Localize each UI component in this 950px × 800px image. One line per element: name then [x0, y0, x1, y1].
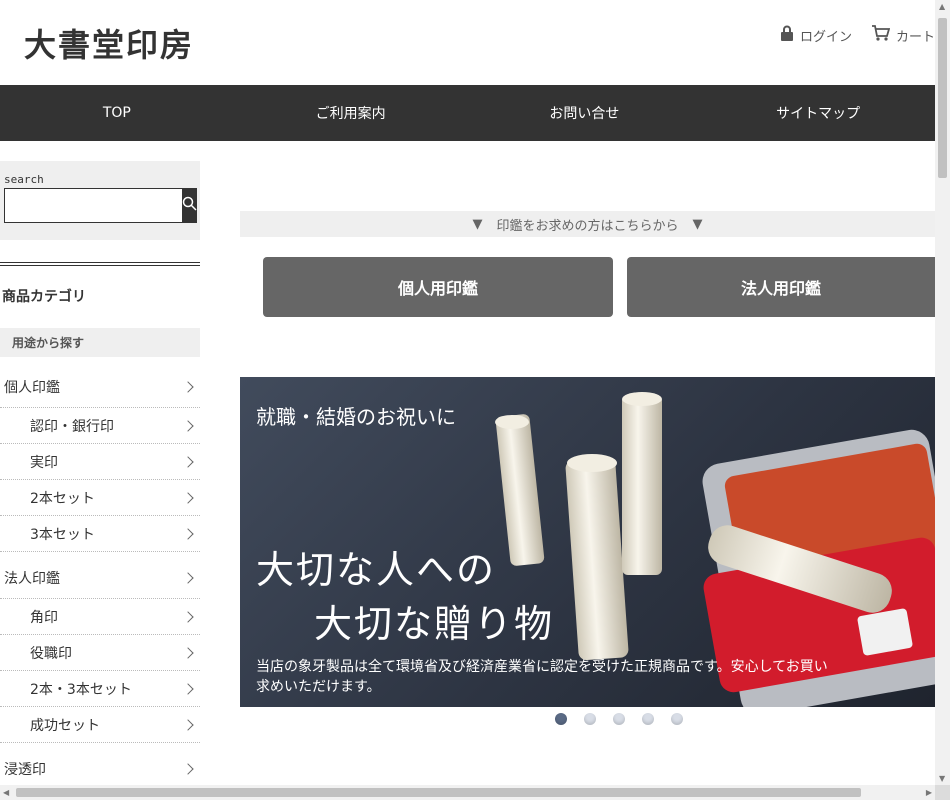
category-item-label: 個人印鑑: [4, 380, 60, 396]
banner-line3: 大切な贈り物: [314, 602, 555, 646]
slider-dot[interactable]: [613, 713, 625, 725]
category-item[interactable]: 2本・3本セット: [0, 671, 200, 707]
chevron-right-icon: [182, 718, 194, 731]
category-item-label: 3本セット: [30, 526, 95, 543]
slider-dot[interactable]: [671, 713, 683, 725]
vertical-scroll-thumb[interactable]: [938, 18, 947, 178]
scroll-down-icon[interactable]: ▼: [939, 774, 945, 783]
chevron-right-icon: [182, 572, 194, 584]
cart-link[interactable]: カート: [871, 25, 935, 45]
nav-sitemap[interactable]: サイトマップ: [701, 85, 935, 141]
triangle-down-icon: ▼: [472, 216, 483, 232]
slider-dot[interactable]: [642, 713, 654, 725]
category-item-label: 2本・3本セット: [30, 681, 132, 698]
chevron-right-icon: [182, 610, 194, 623]
category-item[interactable]: 浸透印: [0, 749, 200, 790]
category-title: 商品カテゴリ: [2, 289, 86, 305]
slider-dots: [240, 713, 935, 725]
chevron-right-icon: [182, 419, 194, 432]
chevron-right-icon: [182, 682, 194, 695]
horizontal-scroll-thumb[interactable]: [16, 788, 861, 797]
category-item[interactable]: 角印: [0, 599, 200, 635]
cart-label: カート: [895, 29, 935, 45]
corporate-seal-button[interactable]: 法人用印鑑: [627, 257, 935, 317]
cart-icon: [871, 25, 891, 45]
global-nav: TOP ご利用案内 お問い合せ サイトマップ: [0, 85, 935, 141]
category-buttons: 個人用印鑑 法人用印鑑: [240, 257, 935, 317]
category-item-label: 角印: [30, 609, 58, 626]
category-item[interactable]: 2本セット: [0, 480, 200, 516]
seal-guide-band: ▼ 印鑑をお求めの方はこちらから ▼: [240, 211, 935, 237]
personal-seal-button[interactable]: 個人用印鑑: [263, 257, 613, 317]
horizontal-scrollbar[interactable]: ◀ ▶: [0, 785, 935, 800]
band-text: 印鑑をお求めの方はこちらから: [496, 218, 679, 234]
search-icon: [182, 196, 197, 215]
banner-line1: 就職・結婚のお祝いに: [256, 405, 456, 429]
search-box: search: [0, 161, 200, 240]
search-row: [4, 188, 197, 223]
slider-dot[interactable]: [584, 713, 596, 725]
slider-dot[interactable]: [555, 713, 567, 725]
category-item-label: 認印・銀行印: [30, 418, 114, 435]
banner-line2: 大切な人への: [256, 548, 497, 592]
scroll-left-icon[interactable]: ◀: [3, 788, 9, 797]
site-logo[interactable]: 大書堂印房: [24, 20, 194, 66]
chevron-right-icon: [182, 455, 194, 468]
category-item-label: 成功セット: [30, 717, 100, 734]
header-links: ログイン カート: [780, 25, 935, 45]
category-item[interactable]: 役職印: [0, 635, 200, 671]
search-label: search: [4, 173, 44, 186]
scroll-right-icon[interactable]: ▶: [926, 788, 932, 797]
banner-line4: 当店の象牙製品は全て環境省及び経済産業省に認定を受けた正規商品です。安心してお買…: [256, 659, 828, 695]
chevron-right-icon: [182, 763, 194, 775]
site-header: 大書堂印房 ログイン カート: [0, 0, 935, 85]
nav-guide[interactable]: ご利用案内: [234, 85, 468, 141]
search-button[interactable]: [182, 188, 197, 223]
triangle-down-icon: ▼: [692, 216, 703, 232]
category-subhead: 用途から探す: [0, 328, 200, 357]
chevron-right-icon: [182, 491, 194, 504]
category-item-label: 浸透印: [4, 762, 46, 778]
main-content: ▼ 印鑑をお求めの方はこちらから ▼ 個人用印鑑 法人用印鑑 就職・結婚のお祝い…: [240, 141, 935, 725]
category-item[interactable]: 認印・銀行印: [0, 408, 200, 444]
sidebar: search 商品カテゴリ 用途から探す 個人印鑑 認印・銀行印 実印 2本セッ…: [0, 161, 200, 800]
nav-contact[interactable]: お問い合せ: [468, 85, 702, 141]
vertical-scrollbar[interactable]: ▲ ▼: [935, 0, 950, 785]
category-item[interactable]: 個人印鑑: [0, 367, 200, 408]
category-item-label: 2本セット: [30, 490, 95, 507]
hero-banner[interactable]: 就職・結婚のお祝いに 大切な人への 大切な贈り物 当店の象牙製品は全て環境省及び…: [240, 377, 935, 707]
chevron-right-icon: [182, 381, 194, 393]
category-item-label: 実印: [30, 454, 58, 471]
chevron-right-icon: [182, 646, 194, 659]
chevron-right-icon: [182, 527, 194, 540]
category-list: 個人印鑑 認印・銀行印 実印 2本セット 3本セット 法人印鑑 角印 役職印 2…: [0, 367, 200, 790]
category-item[interactable]: 実印: [0, 444, 200, 480]
scrollbar-corner: [935, 785, 950, 800]
login-link[interactable]: ログイン: [780, 25, 852, 45]
category-item-label: 役職印: [30, 645, 72, 662]
category-item[interactable]: 法人印鑑: [0, 558, 200, 599]
nav-top[interactable]: TOP: [0, 85, 234, 141]
login-label: ログイン: [799, 29, 852, 45]
search-input[interactable]: [4, 188, 182, 223]
category-item-label: 法人印鑑: [4, 571, 60, 587]
category-item[interactable]: 3本セット: [0, 516, 200, 552]
lock-icon: [780, 25, 794, 45]
scroll-up-icon[interactable]: ▲: [939, 2, 945, 11]
category-item[interactable]: 成功セット: [0, 707, 200, 743]
